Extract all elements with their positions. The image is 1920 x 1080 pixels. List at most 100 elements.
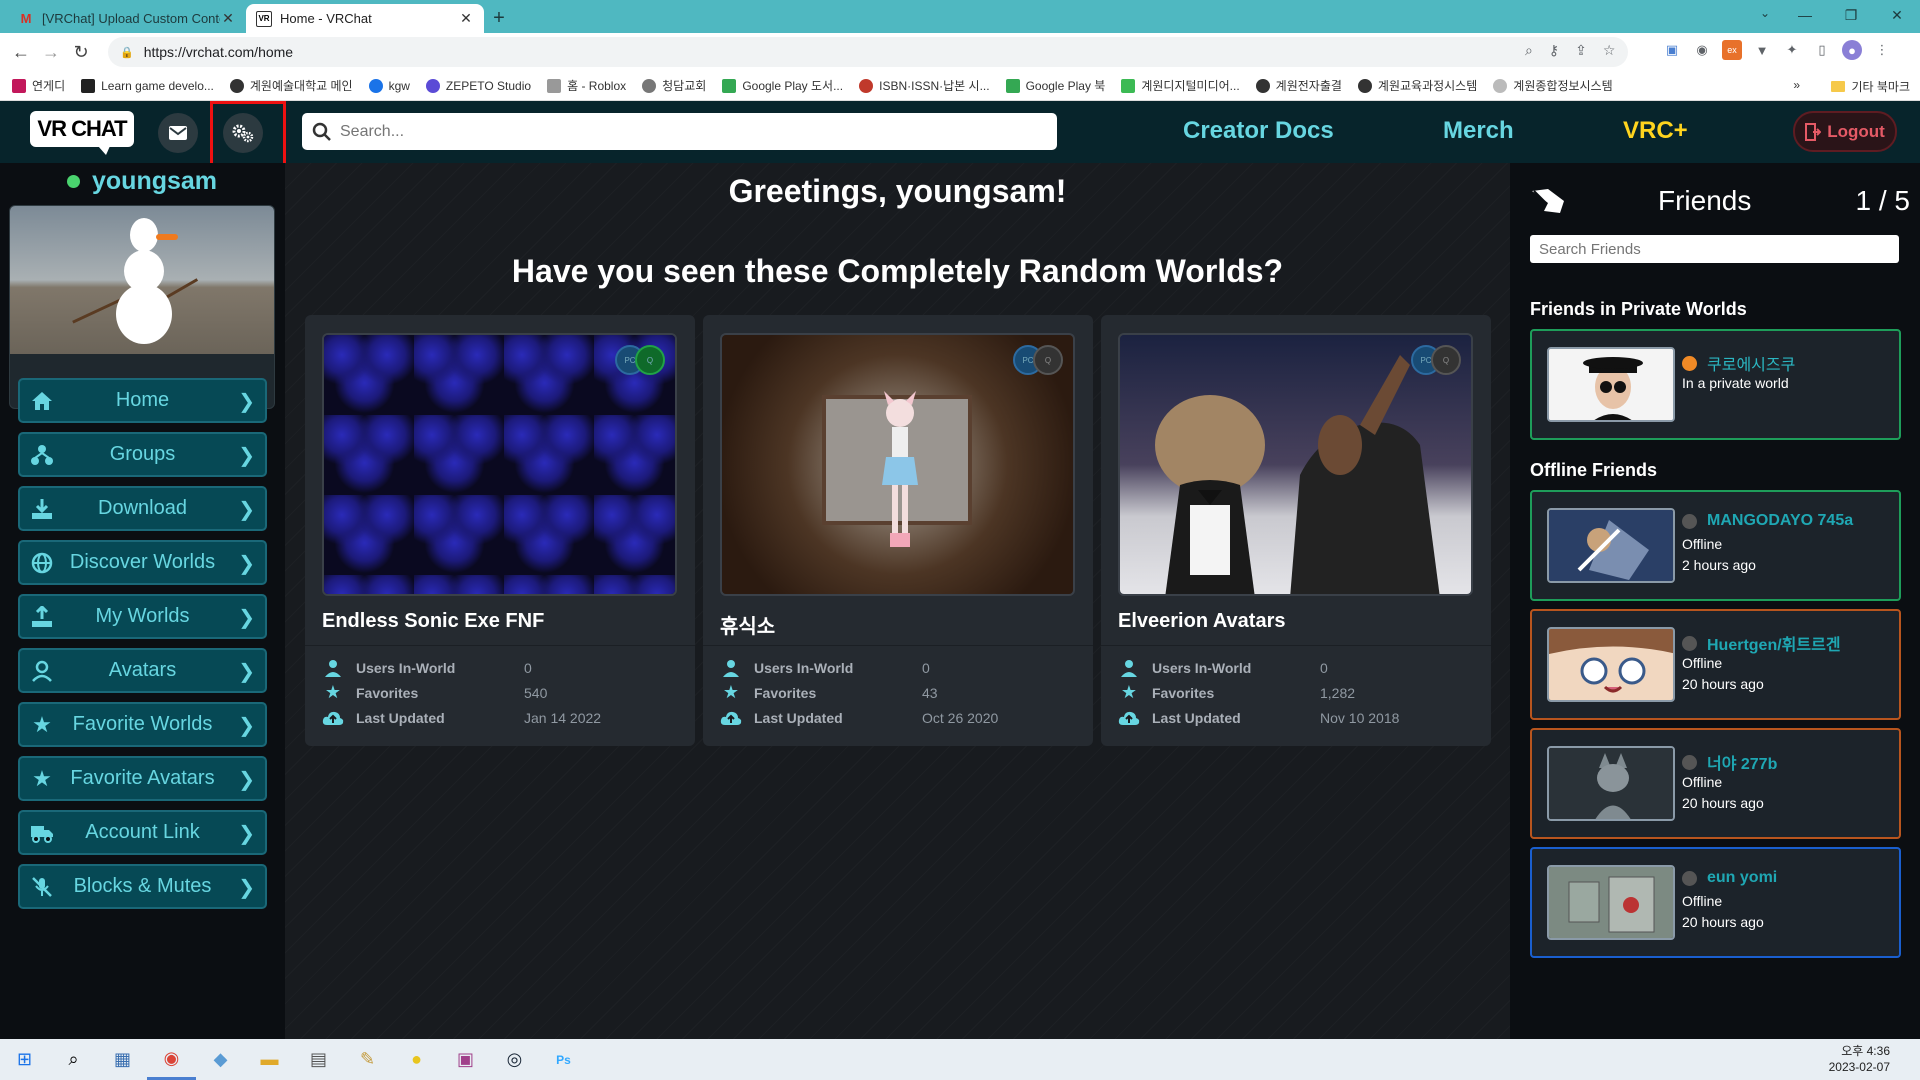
extension-icon[interactable]: ▼ bbox=[1752, 40, 1772, 60]
logout-button[interactable]: Logout bbox=[1793, 111, 1897, 152]
camera-icon[interactable]: ◉ bbox=[1692, 40, 1712, 60]
bookmark-item[interactable]: 연게디 bbox=[12, 77, 65, 94]
tab-search-icon[interactable]: ⌄ bbox=[1760, 6, 1770, 20]
bookmark-star-icon[interactable]: ☆ bbox=[1603, 42, 1616, 59]
world-thumbnail[interactable]: PC Q bbox=[1118, 333, 1473, 596]
bookmark-item[interactable]: ISBN·ISSN·납본 시... bbox=[859, 77, 990, 94]
folder-icon[interactable]: ▬ bbox=[245, 1039, 294, 1080]
friend-card[interactable]: 너야 277b Offline 20 hours ago bbox=[1530, 728, 1901, 839]
app-icon[interactable]: ✎ bbox=[343, 1039, 392, 1080]
nav-avatars[interactable]: Avatars ❯ bbox=[18, 648, 267, 693]
nav-label: Discover Worlds bbox=[69, 551, 216, 573]
restore-icon[interactable]: ❐ bbox=[1828, 0, 1874, 30]
user-status[interactable]: youngsam bbox=[67, 167, 217, 196]
friend-last-seen: 20 hours ago bbox=[1682, 676, 1764, 692]
nav-favorite-avatars[interactable]: ★ Favorite Avatars ❯ bbox=[18, 756, 267, 801]
merch-link[interactable]: Merch bbox=[1443, 117, 1514, 145]
key-icon[interactable]: ⚷ bbox=[1549, 42, 1559, 59]
app-icon[interactable]: ▦ bbox=[98, 1039, 147, 1080]
world-name[interactable]: Elveerion Avatars bbox=[1118, 610, 1286, 633]
world-card[interactable]: PC Q 휴식소 Users In-World 0 ★ Favorites 43 La… bbox=[703, 315, 1093, 746]
other-bookmarks[interactable]: 기타 북마크 bbox=[1831, 78, 1910, 95]
browser-tab[interactable]: M [VRChat] Upload Custom Conte ✕ bbox=[8, 4, 246, 33]
nav-home[interactable]: Home ❯ bbox=[18, 378, 267, 423]
share-icon[interactable]: ⇪ bbox=[1575, 42, 1587, 59]
site-search[interactable] bbox=[302, 113, 1057, 150]
browser-tab-active[interactable]: VR Home - VRChat ✕ bbox=[246, 4, 484, 33]
friend-name[interactable]: MANGODAYO 745a bbox=[1682, 512, 1853, 530]
menu-icon[interactable]: ⋮ bbox=[1872, 40, 1892, 60]
new-tab-button[interactable]: + bbox=[484, 4, 514, 33]
friend-name[interactable]: 쿠로에시즈쿠 bbox=[1682, 351, 1795, 375]
friend-name[interactable]: eun yomi bbox=[1682, 869, 1777, 887]
bookmark-item[interactable]: Learn game develo... bbox=[81, 78, 214, 93]
world-card[interactable]: PC Q Endless Sonic Exe FNF Users In-Worl… bbox=[305, 315, 695, 746]
bookmark-item[interactable]: kgw bbox=[368, 78, 410, 93]
close-window-icon[interactable]: ✕ bbox=[1874, 0, 1920, 30]
nav-groups[interactable]: Groups ❯ bbox=[18, 432, 267, 477]
bookmark-item[interactable]: Google Play 북 bbox=[1005, 77, 1105, 94]
back-icon[interactable]: ← bbox=[6, 37, 36, 67]
system-clock[interactable]: 오후 4:36 2023-02-07 bbox=[1829, 1043, 1890, 1075]
bookmark-item[interactable]: 청담교회 bbox=[642, 77, 706, 94]
bookmark-item[interactable]: ZEPETO Studio bbox=[425, 78, 531, 93]
nav-my-worlds[interactable]: My Worlds ❯ bbox=[18, 594, 267, 639]
world-name[interactable]: 휴식소 bbox=[720, 610, 775, 639]
friend-name[interactable]: 너야 277b bbox=[1682, 750, 1777, 774]
minimize-icon[interactable]: — bbox=[1782, 0, 1828, 30]
puzzle-icon[interactable]: ✦ bbox=[1782, 40, 1802, 60]
nav-account-link[interactable]: Account Link ❯ bbox=[18, 810, 267, 855]
world-thumbnail[interactable]: PC Q bbox=[322, 333, 677, 596]
bookmark-item[interactable]: 계원예술대학교 메인 bbox=[229, 77, 353, 94]
friend-avatar bbox=[1547, 865, 1675, 940]
steam-icon[interactable]: ◎ bbox=[490, 1039, 539, 1080]
search-input[interactable] bbox=[340, 122, 1040, 141]
profile-avatar[interactable]: ● bbox=[1842, 40, 1862, 60]
vrchat-logo[interactable]: VR CHAT bbox=[30, 111, 134, 155]
friend-name[interactable]: Huertgen/휘트르겐 bbox=[1682, 631, 1841, 655]
world-card[interactable]: PC Q Elveerion Avatars Users In-World 0 ★… bbox=[1101, 315, 1491, 746]
friends-toggle-icon[interactable] bbox=[1530, 187, 1566, 215]
extension-icon[interactable]: ex bbox=[1722, 40, 1742, 60]
bookmarks-overflow[interactable]: » bbox=[1793, 78, 1800, 92]
bookmark-item[interactable]: Google Play 도서... bbox=[722, 77, 843, 94]
close-tab-icon[interactable]: ✕ bbox=[220, 10, 236, 27]
app-icon[interactable]: ◆ bbox=[196, 1039, 245, 1080]
chrome-icon[interactable]: ◉ bbox=[147, 1039, 196, 1080]
zoom-icon[interactable]: ⌕ bbox=[1525, 42, 1533, 59]
bookmark-item[interactable]: 계원교육과정시스템 bbox=[1357, 77, 1477, 94]
nav-discover-worlds[interactable]: Discover Worlds ❯ bbox=[18, 540, 267, 585]
app-icon[interactable]: ▣ bbox=[441, 1039, 490, 1080]
creator-docs-link[interactable]: Creator Docs bbox=[1183, 117, 1334, 145]
friend-card[interactable]: Huertgen/휘트르겐 Offline 20 hours ago bbox=[1530, 609, 1901, 720]
url-bar[interactable]: 🔒 https://vrchat.com/home bbox=[108, 37, 1628, 67]
forward-icon[interactable]: → bbox=[36, 37, 66, 67]
vrc-plus-link[interactable]: VRC+ bbox=[1623, 117, 1688, 145]
close-tab-icon[interactable]: ✕ bbox=[458, 10, 474, 27]
windows-start-icon[interactable]: ⊞ bbox=[0, 1039, 49, 1080]
extension-icon[interactable]: ▣ bbox=[1662, 40, 1682, 60]
nav-download[interactable]: Download ❯ bbox=[18, 486, 267, 531]
bookmark-item[interactable]: 홈 - Roblox bbox=[547, 77, 626, 94]
nav-blocks-mutes[interactable]: Blocks & Mutes ❯ bbox=[18, 864, 267, 909]
sidepanel-icon[interactable]: ▯ bbox=[1812, 40, 1832, 60]
friend-card[interactable]: MANGODAYO 745a Offline 2 hours ago bbox=[1530, 490, 1901, 601]
search-friends-input[interactable] bbox=[1530, 235, 1899, 263]
friend-card[interactable]: 쿠로에시즈쿠 In a private world bbox=[1530, 329, 1901, 440]
url-text: https://vrchat.com/home bbox=[143, 44, 294, 60]
friend-card[interactable]: eun yomi Offline 20 hours ago bbox=[1530, 847, 1901, 958]
search-icon[interactable]: ⌕ bbox=[49, 1039, 98, 1080]
world-thumbnail[interactable]: PC Q bbox=[720, 333, 1075, 596]
messages-button[interactable] bbox=[158, 113, 198, 153]
lock-icon[interactable]: 🔒 bbox=[120, 46, 134, 59]
nav-favorite-worlds[interactable]: ★ Favorite Worlds ❯ bbox=[18, 702, 267, 747]
reload-icon[interactable]: ↻ bbox=[66, 37, 96, 67]
kakaotalk-icon[interactable]: ● bbox=[392, 1039, 441, 1080]
photoshop-icon[interactable]: Ps bbox=[539, 1039, 588, 1080]
truck-icon bbox=[30, 821, 54, 845]
bookmark-item[interactable]: 계원전자출결 bbox=[1255, 77, 1342, 94]
bookmark-item[interactable]: 계원종합정보시스템 bbox=[1493, 77, 1613, 94]
bookmark-item[interactable]: 계원디지털미디어... bbox=[1121, 77, 1240, 94]
calculator-icon[interactable]: ▤ bbox=[294, 1039, 343, 1080]
world-name[interactable]: Endless Sonic Exe FNF bbox=[322, 610, 544, 633]
